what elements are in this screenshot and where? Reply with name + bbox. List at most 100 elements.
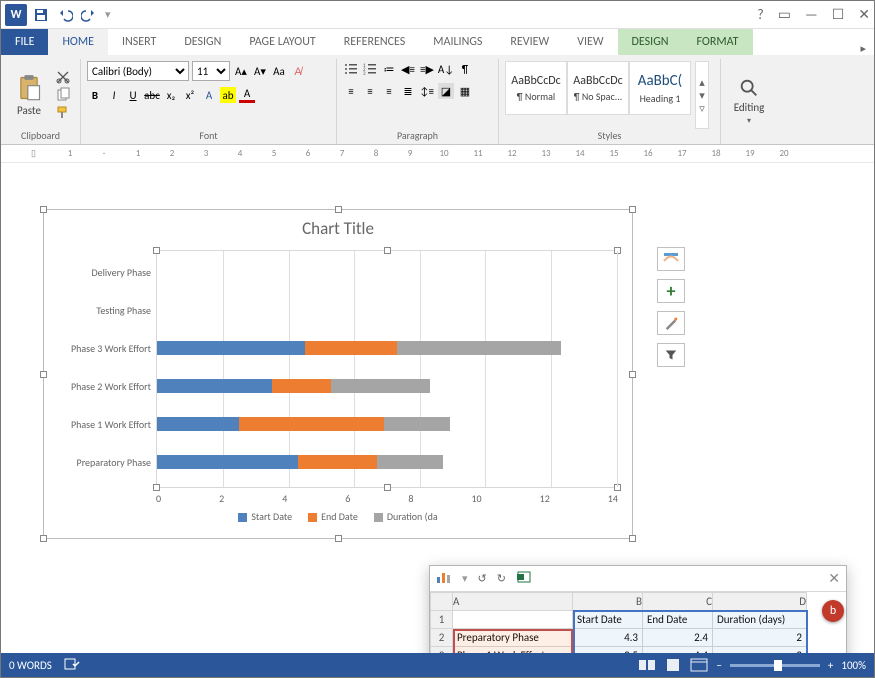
ribbon-scroll-right-icon[interactable]: ▸ — [852, 42, 874, 55]
paste-button[interactable]: Paste — [7, 61, 51, 129]
layout-options-icon[interactable] — [657, 247, 685, 271]
spreadsheet-grid[interactable]: ABCD 1Start DateEnd DateDuration (days) … — [430, 592, 846, 653]
horizontal-ruler[interactable]: ▯ 1·1234567891011121314151617181920 — [1, 145, 874, 163]
cat-label: Phase 1 Work Effort — [51, 418, 151, 431]
minisheet-redo-icon[interactable]: ↻ — [497, 572, 506, 585]
tab-design[interactable]: DESIGN — [170, 29, 235, 55]
sort-icon[interactable]: A↓ — [438, 61, 454, 77]
chart-object[interactable]: Chart Title Delivery Phase Testing Phase… — [43, 209, 633, 539]
chart-elements-icon[interactable]: + — [657, 279, 685, 303]
align-center-icon[interactable]: ≡ — [362, 83, 378, 99]
tab-review[interactable]: REVIEW — [496, 29, 563, 55]
line-spacing-icon[interactable]: ↕≡ — [419, 83, 435, 99]
subscript-icon[interactable]: x₂ — [163, 87, 179, 103]
text-effects-icon[interactable]: A — [201, 87, 217, 103]
tab-chart-design[interactable]: DESIGN — [618, 29, 683, 55]
title-bar: W ▾ ? ▭ — ☐ ✕ — [1, 1, 874, 29]
cat-label: Delivery Phase — [51, 266, 151, 279]
format-painter-icon[interactable] — [55, 105, 71, 121]
redo-icon[interactable] — [81, 7, 97, 23]
align-left-icon[interactable]: ≡ — [343, 83, 359, 99]
strikethrough-icon[interactable]: abc — [144, 87, 160, 103]
styles-more-icon[interactable]: ▿ — [696, 102, 708, 115]
styles-down-icon[interactable]: ▾ — [696, 89, 708, 102]
status-bar: 0 WORDS − + 100% — [1, 653, 874, 677]
chart-legend[interactable]: Start Date End Date Duration (da — [44, 510, 632, 523]
ribbon-options-icon[interactable]: ▭ — [778, 6, 791, 23]
selection-a — [453, 629, 573, 653]
tab-insert[interactable]: INSERT — [108, 29, 170, 55]
plot-area[interactable]: Delivery Phase Testing Phase Phase 3 Wor… — [156, 250, 618, 488]
minimize-icon[interactable]: — — [805, 6, 818, 23]
justify-icon[interactable]: ≣ — [400, 83, 416, 99]
save-icon[interactable] — [33, 7, 49, 23]
tab-file[interactable]: FILE — [1, 29, 48, 55]
zoom-out-icon[interactable]: − — [716, 659, 721, 672]
minisheet-undo-icon[interactable]: ↺ — [478, 572, 487, 585]
style-heading1[interactable]: AaBbC(Heading 1 — [629, 61, 691, 115]
multilevel-list-icon[interactable]: ≔ — [381, 61, 397, 77]
styles-up-icon[interactable]: ▴ — [696, 76, 708, 89]
tab-view[interactable]: VIEW — [563, 29, 617, 55]
style-no-spacing[interactable]: AaBbCcDc¶ No Spac... — [567, 61, 629, 115]
shrink-font-icon[interactable]: A▾ — [252, 63, 268, 79]
maximize-icon[interactable]: ☐ — [832, 6, 845, 23]
editing-button[interactable]: Editing▾ — [727, 61, 771, 142]
undo-icon[interactable] — [57, 7, 73, 23]
cut-icon[interactable] — [55, 69, 71, 85]
underline-icon[interactable]: U — [125, 87, 141, 103]
clear-formatting-icon[interactable]: A̸ — [290, 63, 306, 79]
chart-filters-icon[interactable] — [657, 343, 685, 367]
bullets-icon[interactable] — [343, 61, 359, 77]
grow-font-icon[interactable]: A▴ — [233, 63, 249, 79]
change-case-icon[interactable]: Aa — [271, 63, 287, 79]
increase-indent-icon[interactable]: ≡▶ — [419, 61, 435, 77]
bold-icon[interactable]: B — [87, 87, 103, 103]
chart-styles-icon[interactable] — [657, 311, 685, 335]
tab-references[interactable]: REFERENCES — [330, 29, 420, 55]
callout-b: b — [822, 600, 844, 622]
web-layout-icon[interactable] — [690, 658, 708, 672]
tab-mailings[interactable]: MAILINGS — [419, 29, 496, 55]
zoom-level[interactable]: 100% — [841, 659, 866, 672]
print-layout-icon[interactable] — [664, 658, 682, 672]
open-excel-icon[interactable] — [516, 570, 532, 587]
font-name-select[interactable]: Calibri (Body) — [87, 61, 189, 81]
show-marks-icon[interactable]: ¶ — [457, 61, 473, 77]
italic-icon[interactable]: I — [106, 87, 122, 103]
align-right-icon[interactable]: ≡ — [381, 83, 397, 99]
font-size-select[interactable]: 11 — [192, 61, 230, 81]
chart-icon[interactable] — [436, 570, 452, 587]
font-color-icon[interactable]: A — [239, 87, 255, 103]
cat-label: Phase 2 Work Effort — [51, 380, 151, 393]
selection-b — [573, 610, 808, 653]
cat-label: Preparatory Phase — [51, 456, 151, 469]
chart-data-sheet[interactable]: ▾ ↺ ↻ ✕ ABCD 1Start DateEnd DateDuration… — [429, 565, 847, 653]
qat-customize-icon[interactable]: ▾ — [105, 8, 111, 21]
page: Chart Title Delivery Phase Testing Phase… — [29, 199, 669, 579]
highlight-icon[interactable]: ab — [220, 87, 236, 103]
style-normal[interactable]: AaBbCcDc¶ Normal — [505, 61, 567, 115]
superscript-icon[interactable]: x² — [182, 87, 198, 103]
close-icon[interactable]: ✕ — [858, 6, 870, 23]
word-count[interactable]: 0 WORDS — [9, 659, 52, 672]
help-icon[interactable]: ? — [757, 6, 764, 23]
tab-page-layout[interactable]: PAGE LAYOUT — [235, 29, 329, 55]
shading-icon[interactable]: ◪ — [438, 83, 454, 99]
zoom-slider[interactable] — [730, 664, 820, 667]
borders-icon[interactable]: ▦ — [457, 83, 473, 99]
tab-home[interactable]: HOME — [48, 29, 108, 55]
spellcheck-icon[interactable] — [64, 657, 80, 674]
document-area: Chart Title Delivery Phase Testing Phase… — [1, 165, 874, 653]
chart-title[interactable]: Chart Title — [44, 210, 632, 243]
chart-float-buttons: + — [657, 247, 685, 367]
minisheet-customize-icon[interactable]: ▾ — [462, 572, 468, 585]
zoom-in-icon[interactable]: + — [828, 659, 833, 672]
decrease-indent-icon[interactable]: ◀≡ — [400, 61, 416, 77]
numbering-icon[interactable]: 123 — [362, 61, 378, 77]
copy-icon[interactable] — [55, 87, 71, 103]
read-mode-icon[interactable] — [638, 658, 656, 672]
tab-chart-format[interactable]: FORMAT — [683, 29, 753, 55]
minisheet-close-icon[interactable]: ✕ — [828, 570, 840, 587]
svg-text:3: 3 — [363, 71, 366, 77]
